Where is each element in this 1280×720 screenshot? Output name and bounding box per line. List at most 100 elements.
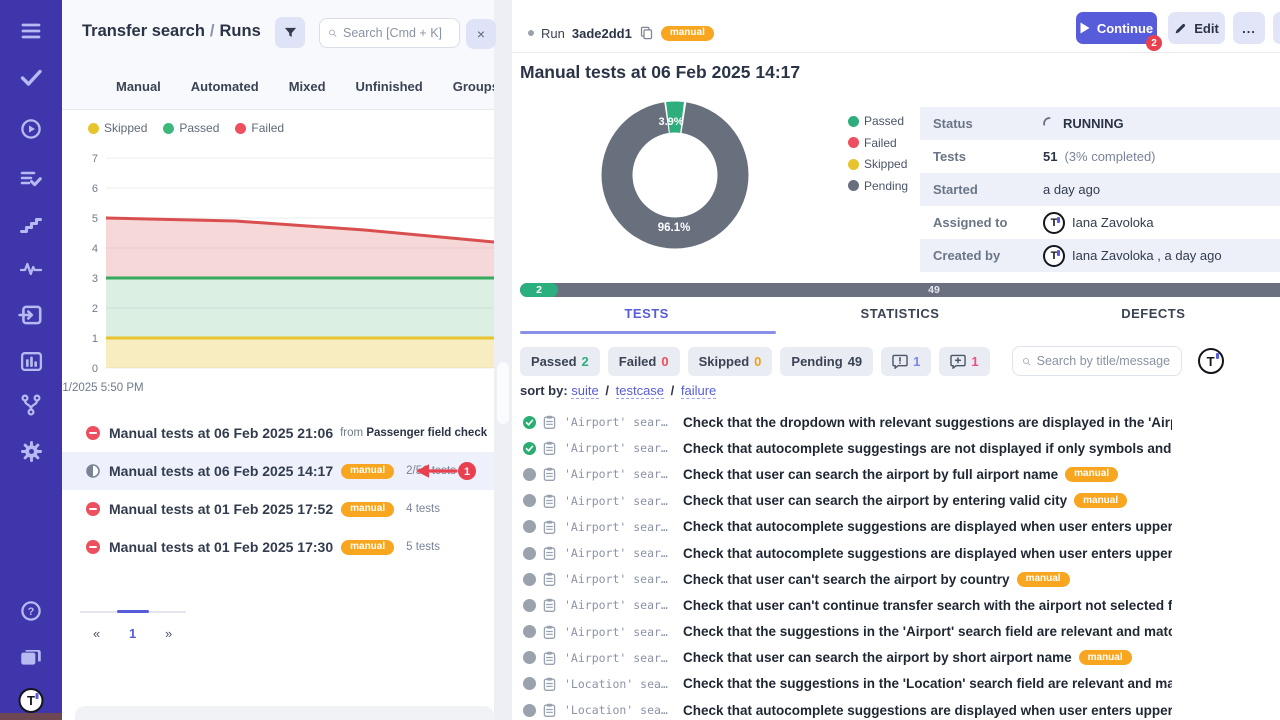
results-donut-chart: 3.9% 96.1% — [595, 95, 755, 255]
runs-tabs: ManualAutomatedMixedUnfinishedGroups — [62, 64, 494, 110]
copy-icon[interactable] — [639, 25, 654, 41]
tab-groups[interactable]: Groups — [453, 79, 499, 94]
test-row[interactable]: 'Airport' sear…Check that user can't sea… — [520, 566, 1280, 592]
test-row[interactable]: 'Airport' sear…Check that user can't con… — [520, 592, 1280, 618]
legend-label: Skipped — [104, 121, 147, 135]
test-suite-name: 'Airport' sear… — [564, 546, 682, 560]
test-row[interactable]: 'Airport' sear…Check that user can searc… — [520, 488, 1280, 514]
user-avatar: T — [1043, 245, 1065, 267]
tab-manual[interactable]: Manual — [116, 79, 161, 94]
test-row[interactable]: 'Airport' sear…Check that autocomplete s… — [520, 540, 1280, 566]
filter-passed-button[interactable]: Passed2 — [520, 347, 600, 376]
run-detail-topbar: Run 3ade2dd1 manual Continue 2 Edit ... — [512, 0, 1280, 53]
testcase-icon — [543, 467, 556, 481]
passed-icon — [523, 442, 536, 455]
projects-icon[interactable] — [18, 644, 44, 670]
pagination-next-button[interactable]: » — [165, 626, 172, 641]
filter-pending-button[interactable]: Pending49 — [780, 347, 873, 376]
detail-value: RUNNING — [1043, 116, 1124, 131]
filter-button[interactable] — [275, 17, 305, 48]
continue-button[interactable]: Continue 2 — [1076, 12, 1157, 44]
detail-row-started: Starteda day ago — [920, 173, 1280, 206]
test-row[interactable]: 'Airport' sear…Check that autocomplete s… — [520, 514, 1280, 540]
breadcrumb-project[interactable]: Transfer search — [82, 22, 205, 40]
detail-value-text: Iana Zavoloka , a day ago — [1072, 248, 1222, 263]
filter-skipped-button[interactable]: Skipped0 — [688, 347, 773, 376]
test-title-text: Check that the suggestions in the 'Locat… — [683, 676, 1172, 691]
tab-unfinished[interactable]: Unfinished — [356, 79, 423, 94]
filter-count: 0 — [661, 354, 668, 369]
test-row[interactable]: 'Location' sea…Check that autocomplete s… — [520, 697, 1280, 720]
run-detail-panel: Run 3ade2dd1 manual Continue 2 Edit ... … — [512, 0, 1280, 720]
tab-statistics[interactable]: STATISTICS — [773, 306, 1026, 332]
test-title: Check that autocomplete suggestions are … — [683, 519, 1172, 534]
testcase-icon — [543, 546, 556, 560]
testcase-icon — [543, 598, 556, 612]
assignee-filter-avatar[interactable]: T — [1198, 348, 1224, 374]
test-title: Check that user can't search the airport… — [683, 572, 1070, 587]
bar-chart-icon[interactable] — [18, 348, 44, 374]
runs-chart-legend: SkippedPassedFailed — [88, 121, 284, 135]
pagination-page-1[interactable]: 1 — [129, 626, 136, 641]
comment-exclamation-icon — [892, 354, 908, 369]
check-icon[interactable] — [18, 64, 44, 90]
import-icon[interactable] — [18, 302, 44, 328]
svg-text:0: 0 — [92, 363, 98, 375]
legend-dot — [848, 180, 859, 191]
test-row[interactable]: 'Airport' sear…Check that autocomplete s… — [520, 435, 1280, 461]
gear-icon[interactable] — [18, 438, 44, 464]
run-status-dot — [528, 30, 534, 36]
more-actions-button[interactable]: ... — [1233, 12, 1265, 44]
svg-text:4: 4 — [92, 243, 98, 255]
run-row[interactable]: Manual tests at 01 Feb 2025 17:30manual5… — [62, 528, 494, 566]
help-icon[interactable]: ? — [18, 598, 44, 624]
sort-by-failure[interactable]: failure — [681, 383, 716, 399]
test-title-text: Check that user can search the airport b… — [683, 650, 1072, 665]
test-row[interactable]: 'Airport' sear…Check that the suggestion… — [520, 619, 1280, 645]
pending-icon — [523, 573, 536, 586]
test-row[interactable]: 'Airport' sear…Check that user can searc… — [520, 645, 1280, 671]
svg-text:1: 1 — [464, 466, 470, 478]
tab-defects[interactable]: DEFECTS — [1027, 306, 1280, 332]
tab-tests[interactable]: TESTS — [520, 306, 773, 332]
testcase-icon — [543, 467, 556, 481]
run-row[interactable]: Manual tests at 06 Feb 2025 21:06from Pa… — [62, 414, 494, 452]
tab-automated[interactable]: Automated — [191, 79, 259, 94]
pending-icon — [523, 520, 536, 533]
close-icon[interactable]: × — [466, 19, 496, 49]
user-avatar[interactable]: T — [19, 688, 44, 713]
pagination-prev-button[interactable]: « — [93, 626, 100, 641]
pulse-icon[interactable] — [18, 256, 44, 282]
run-row[interactable]: Manual tests at 06 Feb 2025 14:17manual2… — [62, 452, 494, 490]
comment-filter-button-2[interactable]: 1 — [939, 347, 989, 376]
detail-label: Status — [920, 116, 1043, 131]
run-source-name: Passenger field check — [366, 427, 487, 439]
testcase-icon — [543, 494, 556, 508]
sort-label: sort by: — [520, 383, 568, 398]
test-row[interactable]: 'Location' sea…Check that the suggestion… — [520, 671, 1280, 697]
filter-failed-button[interactable]: Failed0 — [608, 347, 680, 376]
tab-mixed[interactable]: Mixed — [289, 79, 326, 94]
search-input[interactable] — [343, 26, 451, 40]
run-row[interactable]: Manual tests at 01 Feb 2025 17:52manual4… — [62, 490, 494, 528]
spinner-icon — [1043, 117, 1056, 130]
sort-by-suite[interactable]: suite — [571, 383, 598, 399]
steps-icon[interactable] — [18, 212, 44, 238]
menu-icon[interactable] — [18, 18, 44, 44]
scrollbar-thumb[interactable] — [497, 362, 509, 424]
branch-icon[interactable] — [18, 392, 44, 418]
test-row[interactable]: 'Airport' sear…Check that the dropdown w… — [520, 409, 1280, 435]
edit-button[interactable]: Edit — [1168, 12, 1225, 44]
clipped-button[interactable] — [1273, 12, 1280, 44]
tests-search-input[interactable] — [1037, 354, 1172, 368]
test-suite-name: 'Airport' sear… — [564, 415, 682, 429]
test-title: Check that user can't continue transfer … — [683, 598, 1172, 613]
sort-by-testcase[interactable]: testcase — [616, 383, 664, 399]
run-label: Run — [541, 26, 565, 41]
runs-list-icon[interactable] — [18, 166, 44, 192]
breadcrumb: Transfer search/Runs — [82, 22, 261, 41]
comment-plus-icon — [950, 354, 966, 369]
comment-filter-button-1[interactable]: 1 — [881, 347, 931, 376]
play-circle-icon[interactable] — [18, 116, 44, 142]
test-row[interactable]: 'Airport' sear…Check that user can searc… — [520, 461, 1280, 487]
